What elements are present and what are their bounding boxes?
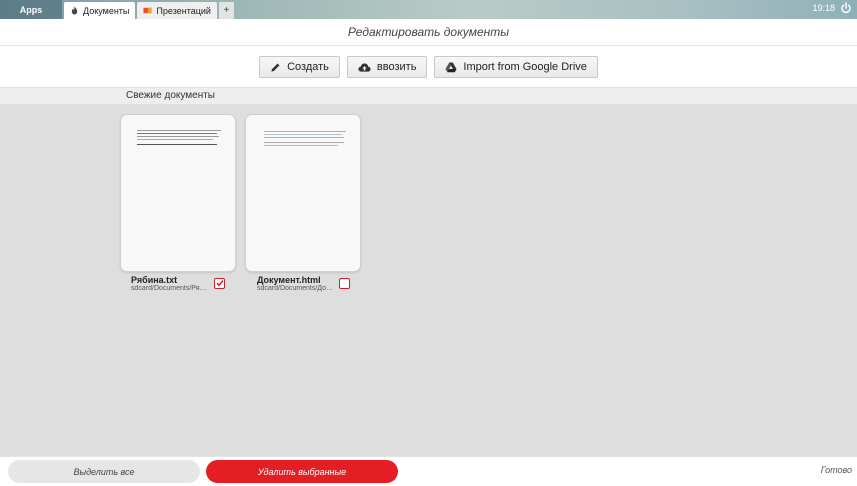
bottom-bar: Выделить все Удалить выбранные Готово xyxy=(0,456,857,486)
clock: 19:18 xyxy=(812,3,835,13)
document-path: sdcard/Documents/Рябина.txt xyxy=(131,285,209,292)
slides-icon xyxy=(143,7,152,14)
status-text: Готово xyxy=(820,465,852,475)
tab-bar: Apps Документы Презентаций + 19:18 xyxy=(0,0,857,19)
create-button-label: Создать xyxy=(287,61,329,73)
document-name[interactable]: Документ.html xyxy=(257,275,321,285)
document-thumbnail[interactable] xyxy=(120,114,236,272)
checkmark-icon xyxy=(216,280,224,287)
page-title: Редактировать документы xyxy=(0,19,857,46)
import-google-drive-label: Import from Google Drive xyxy=(463,61,587,73)
recent-documents-header: Свежие документы xyxy=(0,87,857,104)
create-button[interactable]: Создать xyxy=(259,56,340,78)
import-google-drive-button[interactable]: Import from Google Drive xyxy=(434,56,598,78)
document-checkbox[interactable] xyxy=(339,278,350,289)
google-drive-icon xyxy=(445,62,457,72)
document-thumbnail[interactable] xyxy=(245,114,361,272)
tab-documents[interactable]: Документы xyxy=(64,2,136,19)
tab-presentations-label: Презентаций xyxy=(156,5,211,16)
flame-icon xyxy=(71,6,78,15)
pencil-icon xyxy=(271,63,280,72)
tab-presentations[interactable]: Презентаций xyxy=(137,2,217,19)
add-tab-button[interactable]: + xyxy=(218,2,234,19)
select-all-button[interactable]: Выделить все xyxy=(8,460,200,483)
apps-button[interactable]: Apps xyxy=(0,0,62,19)
delete-selected-button[interactable]: Удалить выбранные xyxy=(206,460,398,483)
documents-grid: Рябина.txt sdcard/Documents/Рябина.txt Д… xyxy=(0,104,857,456)
document-name[interactable]: Рябина.txt xyxy=(131,275,177,285)
import-button-label: ввозить xyxy=(376,61,417,73)
document-checkbox-checked[interactable] xyxy=(214,278,225,289)
tab-documents-label: Документы xyxy=(83,5,130,16)
import-button[interactable]: ввозить xyxy=(346,56,428,78)
power-icon[interactable] xyxy=(840,2,852,14)
document-path: sdcard/Documents/Документ.html xyxy=(257,285,335,292)
cloud-upload-icon xyxy=(358,62,371,72)
toolbar: Создать ввозить Import from Google Drive xyxy=(0,47,857,87)
